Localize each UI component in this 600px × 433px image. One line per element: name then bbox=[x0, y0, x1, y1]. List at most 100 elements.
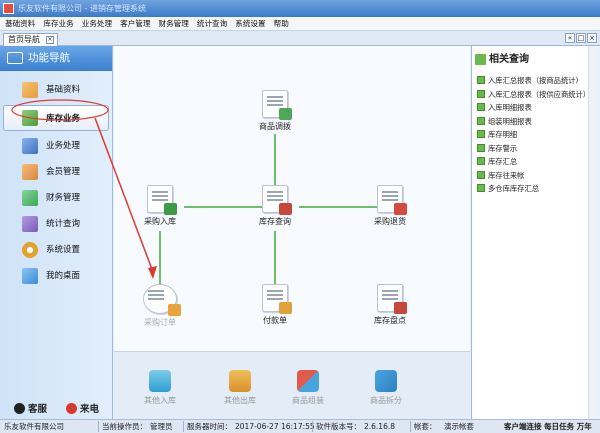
button-label: 商品拆分 bbox=[370, 396, 402, 405]
report-icon bbox=[477, 103, 485, 111]
assemble-button[interactable]: 商品组装 bbox=[278, 370, 338, 406]
report-link[interactable]: 库存明细 bbox=[472, 128, 596, 142]
inventory-check-doc-icon bbox=[377, 284, 407, 314]
report-link[interactable]: 组装明细报表 bbox=[472, 115, 596, 129]
other-out-button[interactable]: 其他出库 bbox=[210, 370, 270, 406]
service-label: 客服 bbox=[28, 404, 48, 415]
report-icon bbox=[477, 157, 485, 165]
nav-header: 功能导航 bbox=[0, 46, 112, 71]
restore-icon[interactable]: □ bbox=[576, 33, 586, 43]
report-link[interactable]: 入库汇总报表（按供应商统计） bbox=[472, 88, 596, 102]
report-link-label: 库存往来帐 bbox=[488, 170, 525, 180]
report-icon bbox=[477, 89, 485, 98]
report-icon bbox=[477, 184, 485, 192]
sidebar-item-label: 库存业务 bbox=[46, 114, 81, 124]
related-queries-panel: 相关查询 入库汇总报表（按商品统计） 入库汇总报表（按供应商统计） 入库明细报表… bbox=[471, 46, 596, 419]
title-bar: 乐友软件有限公司 - 进销存管理系统 bbox=[0, 0, 600, 17]
upload-arrow-icon bbox=[149, 370, 171, 392]
report-link-label: 库存汇总 bbox=[488, 157, 518, 166]
house-icon bbox=[279, 203, 292, 215]
monitor-icon bbox=[7, 52, 23, 64]
flow-node-purchase-order[interactable]: 采购订单 bbox=[130, 284, 190, 328]
right-panel-scrollbar[interactable] bbox=[588, 46, 596, 419]
menu-finance[interactable]: 财务管理 bbox=[154, 17, 192, 31]
status-account: 演示帐套 bbox=[444, 422, 474, 431]
report-link[interactable]: 多仓库库存汇总 bbox=[472, 182, 596, 196]
sidebar-item-label: 系统设置 bbox=[46, 245, 81, 255]
status-bar: 乐友软件有限公司 当前操作员： 管理员 服务器时间： 2017-06-27 16… bbox=[0, 419, 600, 433]
close-icon[interactable]: × bbox=[587, 33, 597, 43]
button-label: 其他出库 bbox=[224, 396, 256, 405]
report-icon bbox=[477, 170, 485, 179]
phone-label: 来电 bbox=[80, 404, 100, 415]
sidebar-item-finance[interactable]: 财务管理 bbox=[0, 185, 112, 211]
node-label: 库存查询 bbox=[259, 217, 291, 226]
flow-node-stock-query[interactable]: 库存查询 bbox=[245, 185, 305, 227]
report-link-label: 库存警示 bbox=[488, 143, 518, 153]
flow-node-inventory-check[interactable]: 库存盘点 bbox=[360, 284, 420, 326]
nav-header-title: 功能导航 bbox=[28, 52, 70, 64]
people-icon bbox=[22, 138, 38, 154]
badge-icon bbox=[394, 203, 407, 215]
sidebar-item-desktop[interactable]: 我的桌面 bbox=[0, 263, 112, 289]
split-button[interactable]: 商品拆分 bbox=[356, 370, 416, 406]
status-divider bbox=[312, 421, 313, 432]
report-link-label: 多仓库库存汇总 bbox=[488, 184, 540, 193]
report-link[interactable]: 库存汇总 bbox=[472, 155, 596, 169]
node-label: 库存盘点 bbox=[374, 316, 406, 325]
menu-inventory[interactable]: 库存业务 bbox=[38, 17, 76, 31]
badge-icon bbox=[279, 302, 292, 314]
sidebar-item-business[interactable]: 业务处理 bbox=[0, 133, 112, 159]
sidebar-item-inventory[interactable]: 库存业务 bbox=[3, 105, 109, 131]
report-link[interactable]: 库存警示 bbox=[472, 142, 596, 156]
menu-bar: 基础资料 库存业务 业务处理 客户管理 财务管理 统计查询 系统设置 帮助 bbox=[0, 17, 600, 31]
status-client[interactable]: 客户端连接 每日任务 万年 bbox=[504, 420, 592, 433]
related-queries-title: 相关查询 bbox=[489, 54, 529, 65]
report-link-label: 入库明细报表 bbox=[488, 103, 532, 112]
menu-statistics[interactable]: 统计查询 bbox=[192, 17, 230, 31]
phone-icon bbox=[66, 403, 77, 414]
status-version: 2.6.16.8 bbox=[364, 422, 396, 431]
status-time: 2017-06-27 16:17:55 bbox=[235, 422, 315, 431]
sidebar-item-settings[interactable]: 系统设置 bbox=[0, 237, 112, 263]
menu-help[interactable]: 帮助 bbox=[269, 17, 292, 31]
purchase-in-doc-icon bbox=[147, 185, 177, 215]
report-link-label: 入库汇总报表（按供应商统计） bbox=[488, 89, 591, 99]
transfer-doc-icon bbox=[262, 90, 292, 120]
menu-business[interactable]: 业务处理 bbox=[77, 17, 115, 31]
node-label: 采购订单 bbox=[144, 318, 176, 327]
tab-home[interactable]: 首页导航 × bbox=[3, 33, 58, 46]
node-label: 采购入库 bbox=[144, 217, 176, 226]
report-link[interactable]: 入库明细报表 bbox=[472, 101, 596, 115]
status-company: 乐友软件有限公司 bbox=[4, 422, 64, 431]
flow-node-payment[interactable]: 付款单 bbox=[245, 284, 305, 326]
flow-node-transfer[interactable]: 商品调拨 bbox=[245, 90, 305, 132]
other-in-button[interactable]: 其他入库 bbox=[130, 370, 190, 406]
customer-service-button[interactable]: 客服 bbox=[14, 401, 47, 415]
sidebar-item-members[interactable]: 会员管理 bbox=[0, 159, 112, 185]
sidebar-item-statistics[interactable]: 统计查询 bbox=[0, 211, 112, 237]
flow-node-purchase-return[interactable]: 采购退货 bbox=[360, 185, 420, 227]
report-link-label: 入库汇总报表（按商品统计） bbox=[488, 76, 583, 85]
menu-settings[interactable]: 系统设置 bbox=[230, 17, 268, 31]
monitor-icon bbox=[22, 268, 38, 284]
status-divider bbox=[183, 421, 184, 432]
report-link[interactable]: 库存往来帐 bbox=[472, 169, 596, 183]
menu-customers[interactable]: 客户管理 bbox=[115, 17, 153, 31]
payment-doc-icon bbox=[262, 284, 292, 314]
related-queries-header: 相关查询 bbox=[472, 46, 596, 74]
status-time-label: 服务器时间： bbox=[187, 422, 232, 431]
collapse-icon[interactable]: « bbox=[565, 33, 575, 43]
sidebar-item-basic-data[interactable]: 基础资料 bbox=[0, 77, 112, 103]
status-divider bbox=[410, 421, 411, 432]
function-nav-sidebar: 功能导航 基础资料 库存业务 业务处理 会员管理 财务管理 统计查询 系统设置 … bbox=[0, 46, 113, 419]
menu-basic-data[interactable]: 基础资料 bbox=[0, 17, 38, 31]
window-buttons: «□ × bbox=[564, 33, 597, 43]
tab-close-icon[interactable]: × bbox=[46, 36, 54, 44]
sidebar-item-label: 统计查询 bbox=[46, 219, 81, 229]
flow-node-purchase-in[interactable]: 采购入库 bbox=[130, 185, 190, 227]
phone-button[interactable]: 来电 bbox=[66, 401, 99, 415]
report-link-label: 组装明细报表 bbox=[488, 116, 532, 126]
status-operator: 管理员 bbox=[150, 422, 173, 431]
report-link[interactable]: 入库汇总报表（按商品统计） bbox=[472, 74, 596, 88]
